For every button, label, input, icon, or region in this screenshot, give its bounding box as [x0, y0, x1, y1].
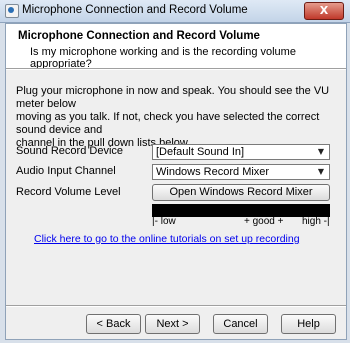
next-button[interactable]: Next > — [145, 314, 200, 334]
audio-input-channel-label: Audio Input Channel — [16, 165, 116, 177]
record-volume-level-label: Record Volume Level — [16, 186, 121, 198]
intro-line: Plug your microphone in now and speak. Y… — [16, 85, 330, 110]
wizard-header: Microphone Connection and Record Volume … — [6, 24, 346, 70]
chevron-down-icon[interactable]: ▼ — [315, 166, 327, 178]
header-divider — [6, 68, 346, 70]
page-subtitle: Is my microphone working and is the reco… — [30, 46, 296, 70]
vu-good-label: + good + — [244, 216, 284, 227]
audio-input-channel-select[interactable]: Windows Record Mixer ▼ — [152, 164, 330, 180]
sound-record-device-label: Sound Record Device — [16, 145, 124, 157]
vu-low-label: |- low — [152, 216, 176, 227]
wizard-panel: Microphone Connection and Record Volume … — [5, 23, 347, 340]
footer-divider — [6, 305, 346, 307]
back-button[interactable]: < Back — [86, 314, 141, 334]
intro-text: Plug your microphone in now and speak. Y… — [16, 85, 336, 150]
sound-record-device-select[interactable]: [Default Sound In] ▼ — [152, 144, 330, 160]
page-title: Microphone Connection and Record Volume — [18, 30, 260, 42]
vu-high-text: high — [302, 216, 321, 227]
app-icon — [5, 4, 19, 18]
vu-high-label: high -| — [302, 216, 330, 227]
window-title: Microphone Connection and Record Volume — [22, 4, 248, 16]
chevron-down-icon[interactable]: ▼ — [315, 146, 327, 158]
tutorial-link[interactable]: Click here to go to the online tutorials… — [34, 233, 300, 245]
help-button[interactable]: Help — [281, 314, 336, 334]
audio-input-channel-value: Windows Record Mixer — [156, 166, 270, 178]
close-button[interactable]: X — [304, 2, 344, 20]
intro-line: moving as you talk. If not, check you ha… — [16, 111, 320, 136]
vu-low-text: low — [160, 216, 176, 227]
sound-record-device-value: [Default Sound In] — [156, 146, 245, 158]
vu-good-text: good — [252, 216, 275, 227]
title-bar: Microphone Connection and Record Volume … — [0, 0, 350, 23]
open-record-mixer-button[interactable]: Open Windows Record Mixer — [152, 184, 330, 201]
cancel-button[interactable]: Cancel — [213, 314, 268, 334]
